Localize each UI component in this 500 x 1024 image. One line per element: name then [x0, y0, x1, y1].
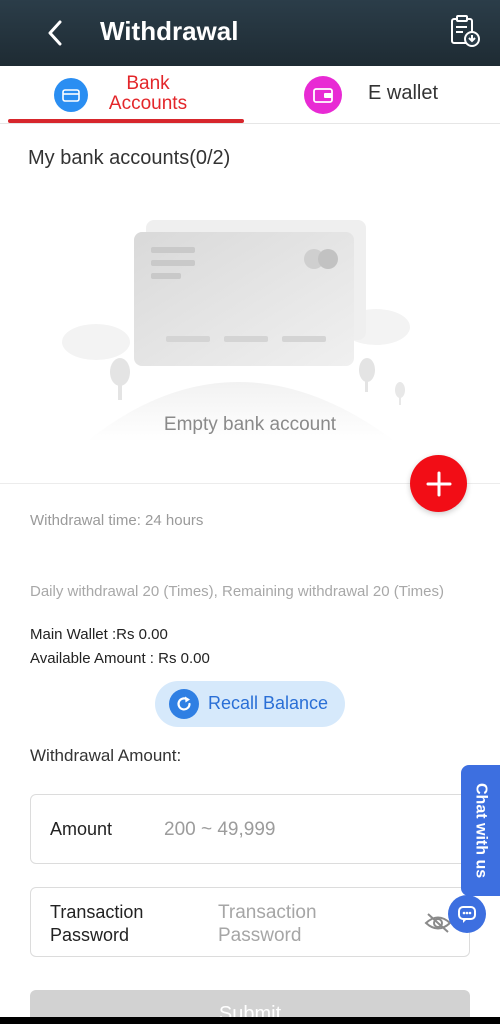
clipboard-download-icon: [451, 15, 480, 47]
empty-state-text: Empty bank account: [163, 414, 337, 435]
account-type-tabs: Bank Accounts E wallet: [0, 66, 500, 124]
transaction-password-input[interactable]: Transaction Password: [218, 901, 358, 947]
tab-e-wallet-label: E wallet: [368, 82, 439, 104]
main-wallet-balance: Main Wallet :Rs 0.00: [30, 626, 168, 643]
transaction-password-field: Transaction Password Transaction Passwor…: [30, 887, 470, 957]
plus-icon: [426, 471, 451, 496]
system-navigation-bar: [0, 1017, 500, 1024]
refresh-icon: [169, 689, 199, 719]
chat-bubble-icon: [458, 906, 476, 923]
withdrawal-amount-heading: Withdrawal Amount:: [30, 746, 182, 765]
chat-bubble-button[interactable]: [448, 895, 486, 933]
wallet-icon: [304, 76, 342, 114]
chat-with-us-label: Chat with us: [472, 782, 490, 879]
tab-bank-accounts[interactable]: Bank Accounts: [0, 66, 250, 124]
chat-with-us-tab[interactable]: Chat with us: [461, 765, 500, 896]
app-header: Withdrawal: [0, 0, 500, 66]
tab-e-wallet[interactable]: E wallet: [250, 66, 500, 124]
available-amount: Available Amount : Rs 0.00: [30, 650, 210, 667]
transaction-password-label: Transaction Password: [50, 902, 144, 945]
tab-bank-accounts-label: Bank Accounts: [108, 73, 188, 114]
bank-card-icon: [54, 78, 88, 112]
back-button[interactable]: [40, 14, 70, 52]
amount-field: Amount: [30, 794, 470, 864]
withdrawal-time-info: Withdrawal time: 24 hours: [30, 512, 204, 529]
recall-balance-label: Recall Balance: [208, 693, 329, 713]
chevron-left-icon: [48, 20, 62, 46]
daily-withdrawal-info: Daily withdrawal 20 (Times), Remaining w…: [30, 583, 445, 600]
active-tab-indicator: [8, 119, 244, 123]
withdrawal-record-button[interactable]: [448, 14, 482, 48]
recall-balance-button[interactable]: Recall Balance: [155, 681, 345, 727]
add-bank-account-button[interactable]: [410, 455, 467, 512]
amount-label: Amount: [50, 819, 113, 839]
amount-input[interactable]: [164, 816, 424, 844]
bank-accounts-heading: My bank accounts(0/2): [28, 147, 231, 169]
page-title: Withdrawal: [100, 16, 239, 46]
